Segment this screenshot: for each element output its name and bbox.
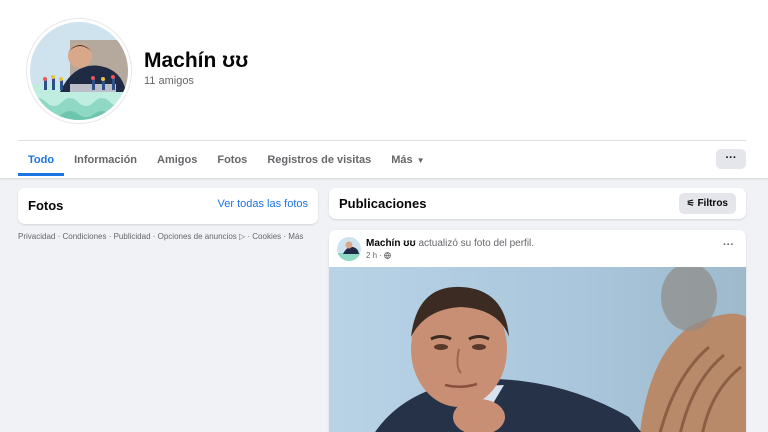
post-avatar-photo bbox=[337, 237, 361, 261]
profile-photo bbox=[30, 22, 128, 120]
tab-amigos[interactable]: Amigos bbox=[147, 146, 207, 176]
tab-fotos[interactable]: Fotos bbox=[207, 146, 257, 176]
tab-label: Todo bbox=[28, 154, 55, 166]
post-card: Machín ʊʊ actualizó su foto del perfil. … bbox=[329, 230, 746, 432]
tab-informacion[interactable]: Información bbox=[64, 146, 147, 176]
post-photo[interactable] bbox=[329, 263, 746, 432]
post-photo-image bbox=[329, 263, 746, 432]
profile-more-button[interactable]: ··· bbox=[716, 149, 746, 169]
tab-label: Más bbox=[391, 154, 413, 166]
tab-todo[interactable]: Todo bbox=[18, 146, 65, 176]
post-author-name[interactable]: Machín ʊʊ bbox=[366, 238, 416, 249]
publications-card: Publicaciones ⚟ Filtros bbox=[329, 188, 746, 219]
photos-title: Fotos bbox=[28, 198, 64, 213]
caret-down-icon: ▼ bbox=[416, 156, 425, 165]
globe-icon bbox=[384, 251, 392, 260]
footer-links[interactable]: Privacidad · Condiciones · Publicidad · … bbox=[18, 232, 303, 241]
profile-header: Machín ʊʊ 11 amigos Todo Información Ami… bbox=[0, 0, 768, 178]
publications-title: Publicaciones bbox=[339, 196, 427, 211]
tab-label: Información bbox=[74, 154, 138, 166]
friends-count[interactable]: 11 amigos bbox=[144, 75, 194, 87]
post-menu-button[interactable]: ··· bbox=[723, 239, 734, 251]
filters-button[interactable]: ⚟ Filtros bbox=[678, 193, 736, 214]
sliders-icon: ⚟ bbox=[686, 198, 695, 208]
see-all-photos-link[interactable]: Ver todas las fotos bbox=[218, 198, 309, 210]
tab-label: Amigos bbox=[157, 154, 198, 166]
filters-label: Filtros bbox=[697, 198, 728, 209]
tab-label: Registros de visitas bbox=[267, 154, 372, 166]
post-time[interactable]: 2 h bbox=[366, 251, 377, 260]
post-meta: 2 h · bbox=[366, 251, 392, 260]
post-header-text: Machín ʊʊ actualizó su foto del perfil. bbox=[366, 238, 534, 249]
tab-mas[interactable]: Más ▼ bbox=[381, 146, 434, 176]
tab-label: Fotos bbox=[217, 154, 248, 166]
profile-name: Machín ʊʊ bbox=[144, 49, 249, 72]
post-avatar[interactable] bbox=[337, 237, 361, 261]
post-action: actualizó su foto del perfil. bbox=[418, 238, 535, 249]
profile-avatar[interactable] bbox=[27, 19, 131, 123]
tab-registros-de-visitas[interactable]: Registros de visitas bbox=[257, 146, 381, 176]
photos-card: Fotos Ver todas las fotos bbox=[18, 188, 318, 224]
header-divider bbox=[18, 140, 746, 141]
profile-tabs: Todo Información Amigos Fotos Registros … bbox=[18, 146, 435, 176]
